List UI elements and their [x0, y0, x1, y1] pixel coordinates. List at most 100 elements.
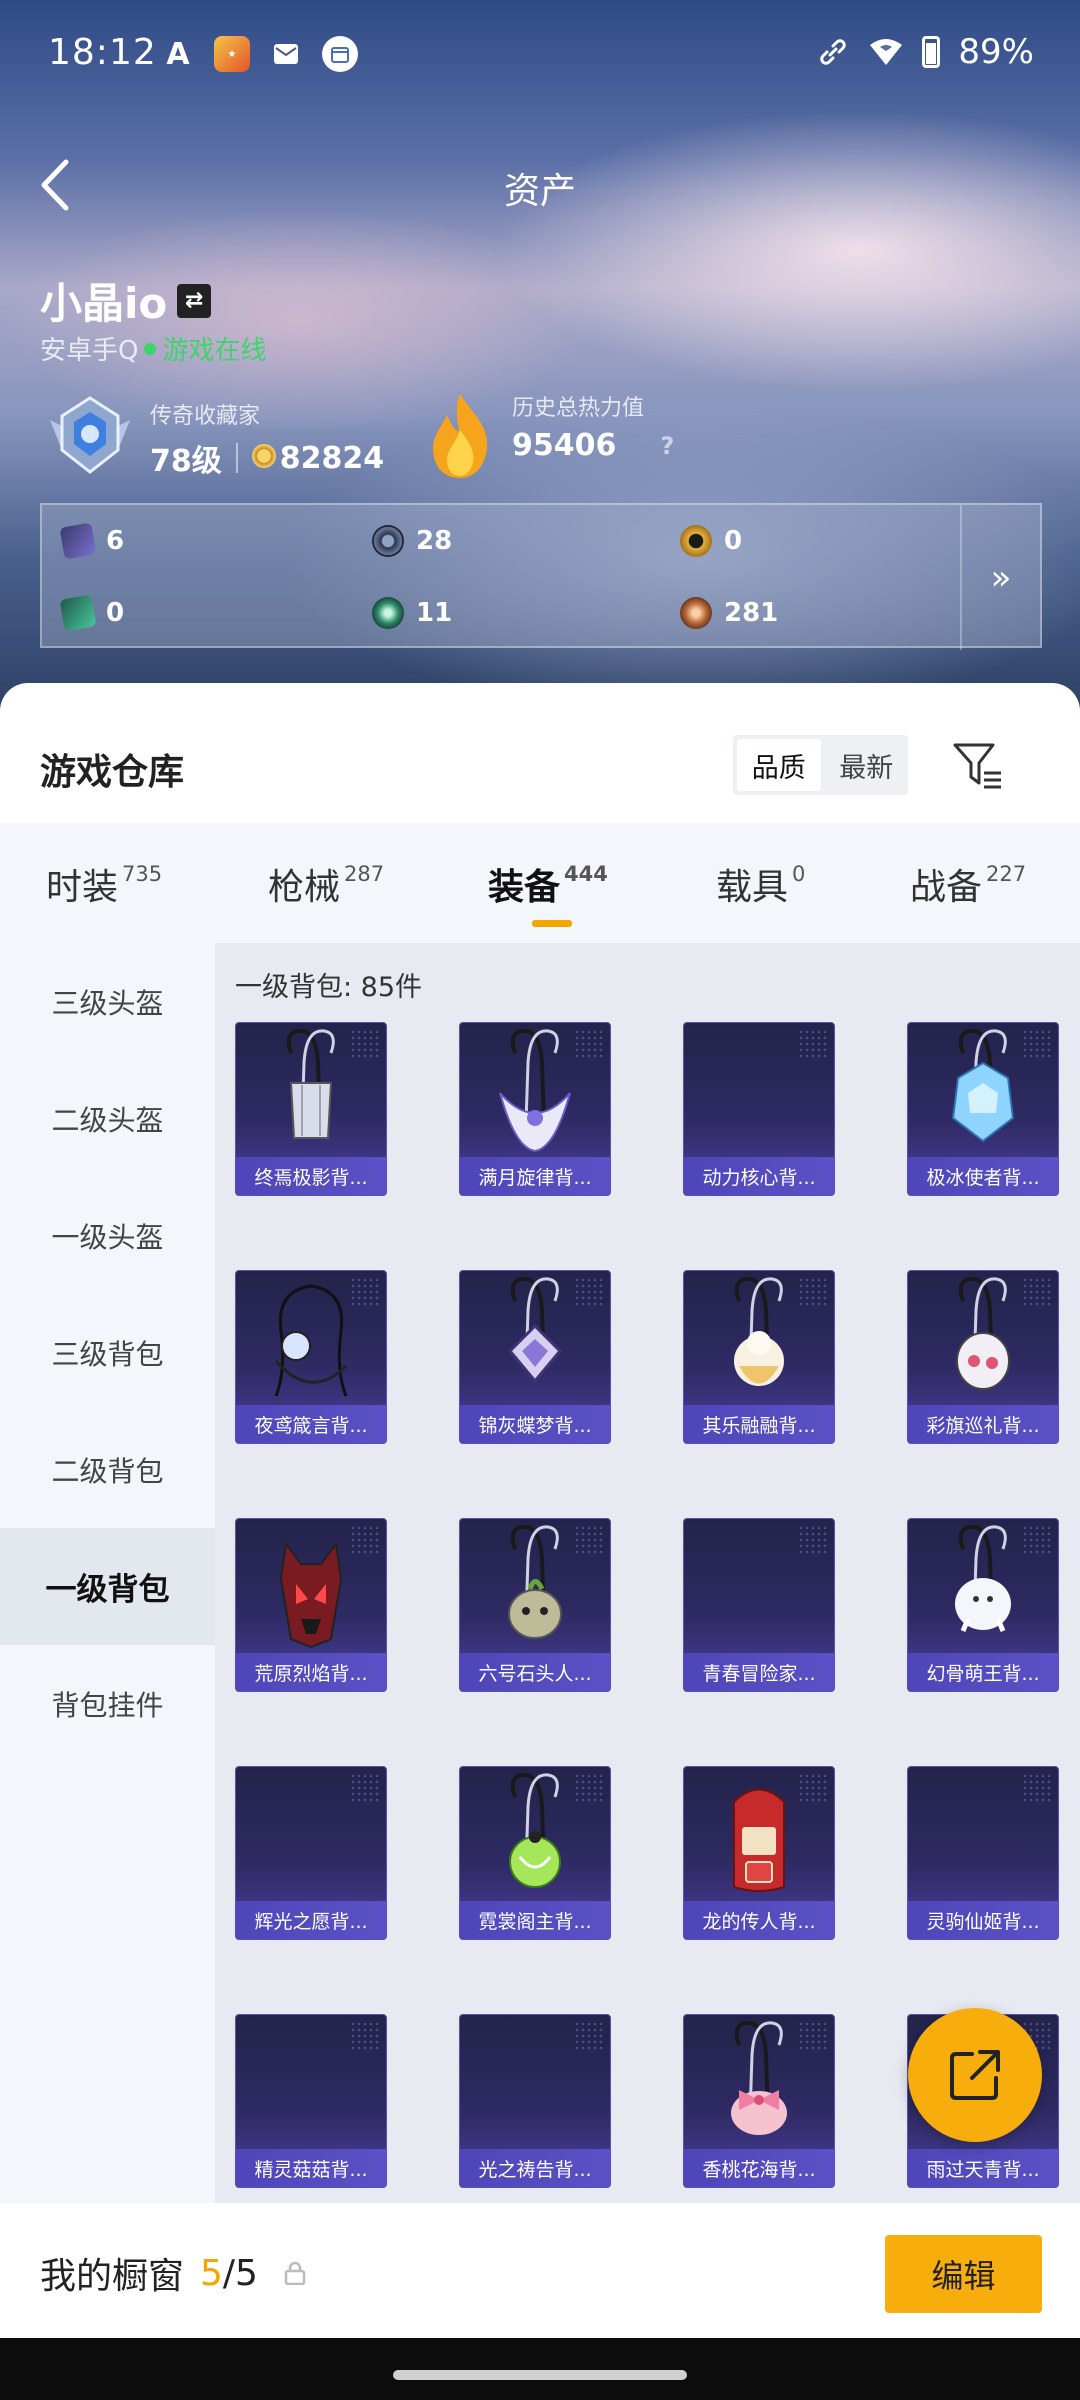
edit-button[interactable]: 编辑: [885, 2235, 1042, 2313]
home-gesture-bar[interactable]: [393, 2370, 687, 2380]
sidebar-item-helmet-1[interactable]: 一级头盔: [0, 1177, 215, 1294]
backpack-icon: [508, 1524, 562, 1639]
teal-orb-icon: [372, 597, 404, 629]
item-card[interactable]: 霓裳阁主背...: [459, 1766, 611, 1940]
item-card[interactable]: 终焉极影背...: [235, 1022, 387, 1196]
green-card-icon: [59, 594, 97, 632]
sort-newest-button[interactable]: 最新: [825, 735, 909, 795]
tab-vehicles[interactable]: 载具 0: [716, 858, 805, 910]
item-card[interactable]: 动力核心背...: [683, 1022, 835, 1196]
item-card[interactable]: 其乐融融背...: [683, 1270, 835, 1444]
profile-header-background: 18:12 A ★ 89% 资产 小晶io ⇄ 安卓手Q 游戏在线 传奇收藏家 …: [0, 0, 1080, 720]
bronze-orb-icon: [680, 597, 712, 629]
resource-value: 6: [106, 526, 125, 556]
item-card[interactable]: 锦灰蝶梦背...: [459, 1270, 611, 1444]
help-icon[interactable]: ?: [660, 432, 674, 460]
showcase-bar: 我的橱窗 5 /5 编辑: [0, 2203, 1080, 2338]
item-card[interactable]: 龙的传人背...: [683, 1766, 835, 1940]
gold-disc-icon: [680, 525, 712, 557]
item-name: 香桃花海背...: [684, 2149, 834, 2187]
item-name: 荒原烈焰背...: [236, 1653, 386, 1691]
page-title: 资产: [503, 171, 576, 212]
item-card[interactable]: 光之祷告背...: [459, 2014, 611, 2188]
sidebar-item-backpack-charm[interactable]: 背包挂件: [0, 1645, 215, 1762]
item-card[interactable]: 六号石头人...: [459, 1518, 611, 1692]
backpack-icon: [274, 1284, 348, 1397]
item-name: 彩旗巡礼背...: [908, 1405, 1058, 1443]
user-platform-row: 安卓手Q 游戏在线: [40, 330, 266, 367]
subcategory-sidebar: 三级头盔 二级头盔 一级头盔 三级背包 二级背包 一级背包 背包挂件: [0, 943, 215, 2203]
sidebar-item-backpack-3[interactable]: 三级背包: [0, 1294, 215, 1411]
item-card[interactable]: 灵驹仙姬背...: [907, 1766, 1059, 1940]
resource-item: 0: [59, 594, 125, 632]
tab-label: 战备: [910, 867, 983, 908]
sidebar-item-backpack-2[interactable]: 二级背包: [0, 1411, 215, 1528]
profile-stats: 传奇收藏家 78级 82824 历史总热力值 95406 ?: [40, 390, 1040, 480]
item-name: 极冰使者背...: [908, 1157, 1058, 1195]
warehouse-sheet: 游戏仓库 品质 最新 时装 735 枪械 287 装备 444 载具 0 战备 227 三…: [0, 683, 1080, 2203]
sidebar-item-helmet-2[interactable]: 二级头盔: [0, 1060, 215, 1177]
item-card[interactable]: 辉光之愿背...: [235, 1766, 387, 1940]
level-value: 78级: [150, 444, 222, 479]
battery-level: 89%: [958, 32, 1034, 72]
category-tabs: 时装 735 枪械 287 装备 444 载具 0 战备 227: [0, 823, 1080, 943]
silver-disc-icon: [372, 525, 404, 557]
platform-label: 安卓手Q: [40, 336, 139, 366]
status-bar: 18:12 A ★ 89%: [0, 0, 1080, 110]
resource-panel[interactable]: 6 28 0 0 11 281 »: [40, 503, 1042, 650]
item-card[interactable]: 青春冒险家...: [683, 1518, 835, 1692]
item-name: 夜鸢箴言背...: [236, 1405, 386, 1443]
tab-fashion[interactable]: 时装 735: [46, 858, 162, 910]
item-name: 雨过天青背...: [908, 2149, 1058, 2187]
item-name: 幻骨萌王背...: [908, 1653, 1058, 1691]
tab-equipment[interactable]: 装备 444: [488, 858, 608, 927]
tab-guns[interactable]: 枪械 287: [268, 858, 384, 910]
switch-account-icon[interactable]: ⇄: [177, 283, 212, 318]
filter-icon[interactable]: [952, 739, 1004, 791]
item-name: 满月旋律背...: [460, 1157, 610, 1195]
resource-item: 0: [680, 525, 742, 557]
tab-label: 装备: [488, 867, 561, 908]
top-navbar: 资产: [0, 140, 1080, 230]
resource-value: 11: [416, 598, 453, 628]
backpack-icon: [236, 1767, 386, 1901]
sort-quality-button[interactable]: 品质: [737, 739, 821, 791]
item-card[interactable]: 幻骨萌王背...: [907, 1518, 1059, 1692]
item-name: 青春冒险家...: [684, 1653, 834, 1691]
item-card[interactable]: 满月旋律背...: [459, 1022, 611, 1196]
coin-icon: [251, 443, 276, 468]
item-card[interactable]: 荒原烈焰背...: [235, 1518, 387, 1692]
battery-icon: [922, 36, 941, 68]
tab-label: 枪械: [268, 867, 341, 908]
backpack-icon: [956, 1276, 1010, 1390]
resource-value: 0: [106, 598, 125, 628]
notification-icons: A ★: [160, 36, 358, 72]
heat-row: 95406 ?: [512, 428, 674, 463]
resources-more-button[interactable]: »: [960, 505, 1040, 650]
item-name: 辉光之愿背...: [236, 1901, 386, 1939]
item-card[interactable]: 精灵菇菇背...: [235, 2014, 387, 2188]
showcase-current: 5: [200, 2252, 223, 2294]
backpack-icon: [460, 2015, 610, 2149]
purple-card-icon: [59, 522, 97, 560]
rank-badge-icon[interactable]: [40, 390, 140, 480]
backpack-icon: [908, 1767, 1058, 1901]
sidebar-item-backpack-1[interactable]: 一级背包: [0, 1528, 215, 1645]
item-card[interactable]: 极冰使者背...: [907, 1022, 1059, 1196]
rank-info: 传奇收藏家 78级 82824: [150, 398, 384, 480]
status-right: 89%: [816, 32, 1034, 72]
backpack-icon: [286, 1028, 335, 1139]
backpack-icon: [684, 1519, 834, 1653]
sidebar-item-helmet-3[interactable]: 三级头盔: [0, 943, 215, 1060]
item-card[interactable]: 夜鸢箴言背...: [235, 1270, 387, 1444]
game-app-icon: ★: [214, 36, 250, 72]
share-fab-button[interactable]: [908, 2008, 1042, 2142]
tab-battle-gear[interactable]: 战备 227: [910, 858, 1026, 910]
divider: [235, 443, 238, 473]
item-card[interactable]: 彩旗巡礼背...: [907, 1270, 1059, 1444]
heat-info: 历史总热力值 95406 ?: [512, 390, 674, 463]
tab-count: 444: [564, 862, 608, 886]
warehouse-title: 游戏仓库: [40, 752, 185, 793]
item-card[interactable]: 香桃花海背...: [683, 2014, 835, 2188]
item-name: 灵驹仙姬背...: [908, 1901, 1058, 1939]
